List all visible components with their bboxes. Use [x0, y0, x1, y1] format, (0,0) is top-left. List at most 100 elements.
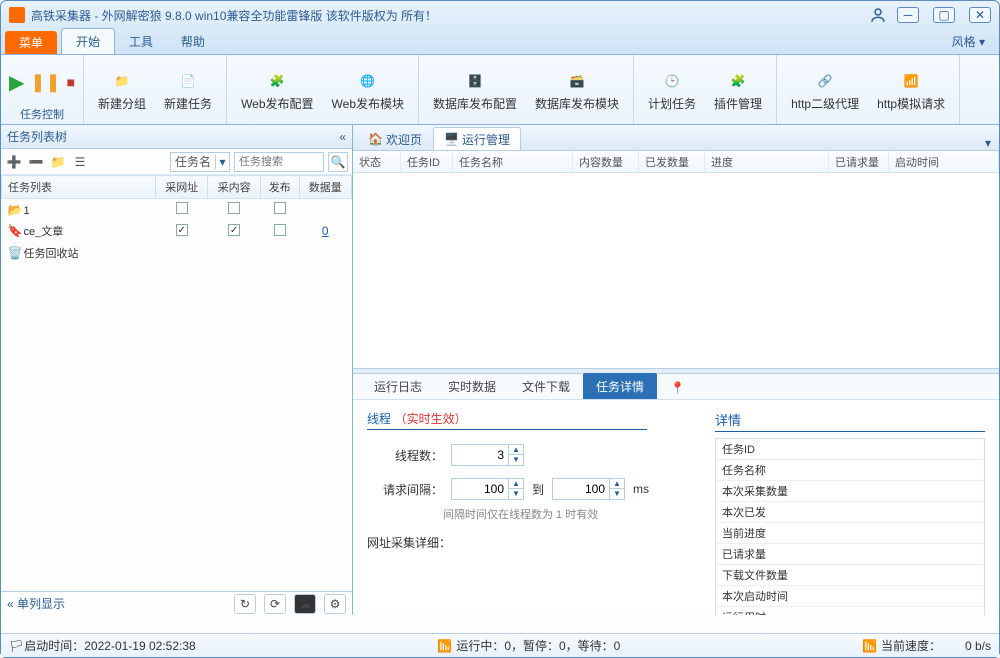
detail-info-table: 任务ID任务名称本次采集数量本次已发当前进度已请求量下载文件数量本次启动时间运行…: [715, 438, 985, 615]
pause-icon[interactable]: ❚❚: [30, 72, 60, 93]
interval-from-input[interactable]: [452, 479, 508, 499]
maximize-button[interactable]: ▢: [933, 7, 955, 23]
main-tabs: 🏠欢迎页 🖥️运行管理 ▾: [353, 125, 999, 151]
col-data-count[interactable]: 数据量: [299, 176, 351, 199]
col-tasklist[interactable]: 任务列表: [2, 176, 156, 199]
col-content-count[interactable]: 内容数量: [573, 151, 639, 172]
plugin-manager-button[interactable]: 🧩插件管理: [708, 65, 768, 117]
checkbox[interactable]: [274, 202, 286, 214]
col-collect-content[interactable]: 采内容: [208, 176, 260, 199]
flag-icon: 🏳: [9, 639, 24, 653]
add-icon[interactable]: ➕: [5, 153, 23, 171]
checkbox[interactable]: [176, 202, 188, 214]
task-tree-table[interactable]: 任务列表 采网址 采内容 发布 数据量 📂1🔖ce_文章0🗑️任务回收站: [1, 175, 352, 591]
new-group-button[interactable]: 📁新建分组: [92, 65, 152, 117]
single-column-toggle[interactable]: 单列显示: [17, 597, 65, 611]
data-count-link[interactable]: 0: [322, 224, 329, 238]
col-requested-count[interactable]: 已请求量: [829, 151, 889, 172]
spin-up-icon[interactable]: ▲: [610, 479, 624, 489]
col-status[interactable]: 状态: [353, 151, 401, 172]
interval-to-spinner[interactable]: ▲▼: [552, 478, 625, 500]
spin-down-icon[interactable]: ▼: [610, 489, 624, 499]
info-row: 本次启动时间: [716, 586, 984, 607]
tab-start[interactable]: 开始: [61, 28, 115, 54]
pin-icon[interactable]: «: [339, 130, 346, 144]
search-input[interactable]: [234, 152, 324, 172]
threads-input[interactable]: [452, 445, 508, 465]
web-publish-config-button[interactable]: 🧩Web发布配置: [235, 65, 319, 117]
search-criteria-dropdown[interactable]: 任务名 ▾: [170, 152, 230, 172]
http-simulate-button[interactable]: 📶http模拟请求: [871, 65, 951, 117]
refresh-icon[interactable]: ↻: [234, 594, 256, 614]
run-table-body[interactable]: [353, 173, 999, 368]
titlebar: 高铁采集器 - 外网解密狼 9.8.0 win10兼容全功能雷锋版 该软件版权为…: [1, 1, 999, 29]
style-dropdown[interactable]: 风格 ▾: [938, 29, 999, 54]
window-title: 高铁采集器 - 外网解密狼 9.8.0 win10兼容全功能雷锋版 该软件版权为…: [31, 7, 869, 24]
col-task-id[interactable]: 任务ID: [401, 151, 453, 172]
folder-icon[interactable]: 📁: [49, 153, 67, 171]
scheduled-task-button[interactable]: 🕒计划任务: [642, 65, 702, 117]
tab-realtime-data[interactable]: 实时数据: [435, 373, 509, 399]
play-icon[interactable]: ▶: [9, 70, 24, 95]
start-time-value: 2022-01-19 02:52:38: [84, 639, 195, 653]
left-pane-footer: « 单列显示 ↻ ⟳ ☁ ⚙: [1, 591, 352, 615]
detail-right: 详情 任务ID任务名称本次采集数量本次已发当前进度已请求量下载文件数量本次启动时…: [715, 410, 985, 605]
cloud-download-icon[interactable]: ☁: [294, 594, 316, 614]
web-module-icon: 🌐: [356, 69, 380, 93]
stop-icon[interactable]: ■: [67, 74, 75, 90]
col-task-name[interactable]: 任务名称: [453, 151, 573, 172]
info-row: 本次已发: [716, 502, 984, 523]
table-row[interactable]: 🗑️任务回收站: [2, 242, 352, 264]
interval-from-spinner[interactable]: ▲▼: [451, 478, 524, 500]
info-row: 运行用时: [716, 607, 984, 615]
tab-tools[interactable]: 工具: [115, 29, 167, 54]
tabs-dropdown-icon[interactable]: ▾: [985, 136, 999, 150]
db-publish-config-button[interactable]: 🗄️数据库发布配置: [427, 65, 523, 117]
db-publish-module-button[interactable]: 🗃️数据库发布模块: [529, 65, 625, 117]
location-pin-icon[interactable]: 📍: [657, 376, 683, 399]
col-collect-url[interactable]: 采网址: [156, 176, 208, 199]
db-config-icon: 🗄️: [463, 69, 487, 93]
tab-welcome[interactable]: 🏠欢迎页: [357, 127, 433, 150]
spin-down-icon[interactable]: ▼: [509, 489, 523, 499]
app-logo-icon: [9, 7, 25, 23]
checkbox[interactable]: [228, 202, 240, 214]
settings-icon[interactable]: ⚙: [324, 594, 346, 614]
checkbox[interactable]: [274, 224, 286, 236]
file-menu-button[interactable]: 菜单: [5, 31, 57, 54]
new-task-button[interactable]: 📄新建任务: [158, 65, 218, 117]
search-button[interactable]: 🔍: [328, 152, 348, 172]
table-row[interactable]: 🔖ce_文章0: [2, 220, 352, 242]
tab-run-log[interactable]: 运行日志: [361, 373, 435, 399]
running-status: 运行中：0，暂停：0，等待：0: [456, 639, 620, 653]
col-publish[interactable]: 发布: [260, 176, 299, 199]
http-proxy-button[interactable]: 🔗http二级代理: [785, 65, 865, 117]
checkbox[interactable]: [228, 224, 240, 236]
delete-icon[interactable]: ➖: [27, 153, 45, 171]
list-icon[interactable]: ☰: [71, 153, 89, 171]
chevron-down-icon[interactable]: ▾: [215, 155, 229, 169]
tab-help[interactable]: 帮助: [167, 29, 219, 54]
spin-up-icon[interactable]: ▲: [509, 445, 523, 455]
speed-value: 0 b/s: [941, 639, 991, 653]
close-button[interactable]: ✕: [969, 7, 991, 23]
col-progress[interactable]: 进度: [705, 151, 829, 172]
web-publish-module-button[interactable]: 🌐Web发布模块: [326, 65, 410, 117]
checkbox[interactable]: [176, 224, 188, 236]
spin-up-icon[interactable]: ▲: [509, 479, 523, 489]
left-small-toolbar: ➕ ➖ 📁 ☰ 任务名 ▾ 🔍: [1, 149, 352, 175]
user-icon[interactable]: [869, 6, 887, 24]
collapse-icon[interactable]: ⟳: [264, 594, 286, 614]
spin-down-icon[interactable]: ▼: [509, 455, 523, 465]
window-controls: ─ ▢ ✕: [897, 7, 991, 23]
threads-spinner[interactable]: ▲▼: [451, 444, 524, 466]
info-row: 任务ID: [716, 439, 984, 460]
tab-file-download[interactable]: 文件下载: [509, 373, 583, 399]
tab-run-manage[interactable]: 🖥️运行管理: [433, 127, 521, 150]
col-sent-count[interactable]: 已发数量: [639, 151, 705, 172]
minimize-button[interactable]: ─: [897, 7, 919, 23]
col-start-time[interactable]: 启动时间: [889, 151, 999, 172]
interval-to-input[interactable]: [553, 479, 609, 499]
table-row[interactable]: 📂1: [2, 199, 352, 221]
tab-task-detail[interactable]: 任务详情: [583, 373, 657, 399]
